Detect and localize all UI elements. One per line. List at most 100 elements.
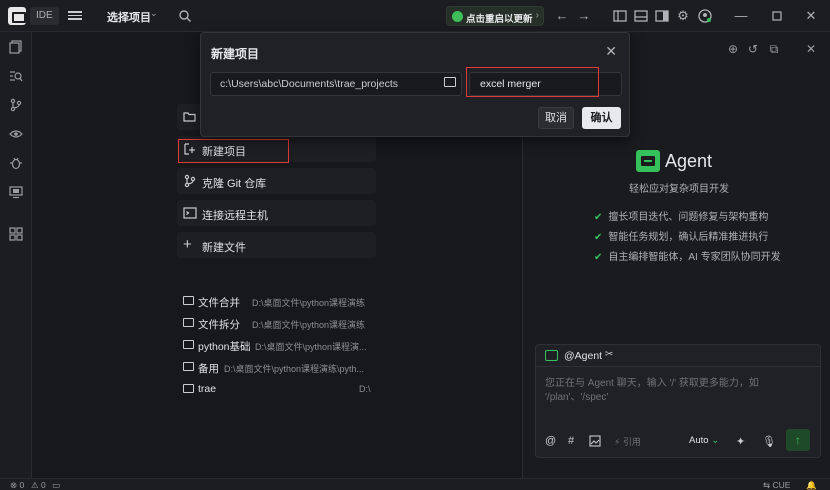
confirm-button[interactable]: 确认	[582, 107, 621, 129]
agent-mention[interactable]: @Agent	[564, 350, 602, 362]
folder-icon	[183, 296, 194, 305]
project-selector[interactable]: 选择项目	[107, 9, 151, 25]
layout-left-icon[interactable]	[612, 8, 628, 24]
debug-bug-icon[interactable]	[9, 156, 23, 170]
notifications-bell-icon[interactable]: 🔔	[806, 479, 817, 490]
back-arrow-icon[interactable]: ←	[554, 8, 570, 24]
connect-remote-button[interactable]: 连接远程主机	[177, 200, 376, 226]
clone-repo-button[interactable]: 克隆 Git 仓库	[177, 168, 376, 194]
agent-logo-icon	[636, 150, 660, 172]
new-chat-icon[interactable]: ⊕	[726, 42, 740, 56]
settings-gear-icon[interactable]: ⚙	[675, 8, 691, 24]
model-selector[interactable]: Auto ⌄	[689, 435, 719, 446]
minimize-icon[interactable]: —	[733, 8, 749, 24]
close-icon[interactable]: ✕	[605, 43, 617, 60]
title-bar: IDE 选择项目 ⌄ 点击重启以更新 › ← → ⚙ — ✕	[0, 0, 830, 32]
trae-logo-icon	[8, 7, 26, 25]
recent-project[interactable]: 备用 D:\桌面文件\python课程演练\pyth...	[183, 360, 383, 376]
terminal-icon	[183, 207, 197, 219]
git-branch-icon	[184, 174, 196, 188]
chat-input[interactable]: 您正在与 Agent 聊天，输入 '/' 获取更多能力，如 '/plan'、'/…	[545, 377, 813, 405]
recent-project-name: python基础	[198, 341, 251, 353]
mode-badge[interactable]: IDE	[30, 7, 59, 25]
lightning-icon: ⚡	[614, 437, 621, 447]
check-icon: ✔	[594, 252, 603, 263]
chat-input-box[interactable]: @Agent ✂ 您正在与 Agent 聊天，输入 '/' 获取更多能力，如 '…	[535, 344, 821, 458]
recent-project[interactable]: 文件拆分 D:\桌面文件\python课程演练	[183, 316, 383, 332]
recent-project-path: D:\桌面文件\python课程演练\pyth...	[224, 364, 365, 374]
ports-icon[interactable]: ▭	[52, 479, 60, 490]
source-control-icon[interactable]	[9, 98, 23, 112]
recent-project-name: 文件合并	[198, 297, 240, 309]
menu-icon[interactable]	[68, 9, 82, 23]
chat-header: @Agent ✂	[536, 345, 820, 367]
check-icon: ✔	[594, 232, 603, 243]
restart-icon	[452, 11, 463, 22]
browse-folder-icon[interactable]	[444, 77, 456, 87]
warning-count[interactable]: ⚠ 0	[31, 479, 46, 490]
warning-icon: ⚠	[31, 480, 39, 490]
new-project-highlight	[178, 139, 289, 163]
dialog-title: 新建项目	[211, 47, 260, 61]
recent-project-path: D:\	[359, 384, 371, 394]
send-button[interactable]: ↑	[786, 429, 810, 451]
account-icon[interactable]	[697, 8, 713, 24]
agent-feature: ✔ 智能任务规划，确认后精准推进执行	[594, 232, 769, 243]
check-icon: ✔	[594, 212, 603, 223]
layout-right-icon[interactable]	[654, 8, 670, 24]
error-count[interactable]: ⊗ 0	[10, 479, 24, 490]
project-path-input[interactable]: c:\Users\abc\Documents\trae_projects	[210, 72, 462, 96]
folder-open-icon	[183, 112, 196, 122]
hashtag-icon[interactable]: #	[568, 435, 574, 447]
image-icon[interactable]	[589, 435, 601, 447]
preview-eye-icon[interactable]	[9, 127, 23, 141]
folder-icon	[183, 318, 194, 327]
search-files-icon[interactable]	[9, 69, 23, 83]
new-file-button[interactable]: + 新建文件	[177, 232, 376, 258]
recent-project-path: D:\桌面文件\python课程演练	[252, 298, 366, 308]
recent-project-name: 备用	[198, 363, 219, 375]
open-external-icon[interactable]: ⧉	[767, 42, 781, 56]
explorer-icon[interactable]	[9, 40, 23, 54]
agent-small-icon	[545, 350, 558, 361]
microphone-icon[interactable]: 🎙	[762, 435, 776, 448]
cue-status[interactable]: ⇆ CUE	[763, 479, 790, 490]
activity-bar	[0, 32, 32, 478]
agent-feature: ✔ 擅长项目迭代、问题修复与架构重构	[594, 212, 769, 223]
recent-project[interactable]: python基础 D:\桌面文件\python课程演...	[183, 338, 383, 354]
update-button[interactable]: 点击重启以更新 ›	[446, 6, 544, 26]
forward-arrow-icon[interactable]: →	[576, 8, 592, 24]
close-window-icon[interactable]: ✕	[803, 8, 819, 24]
recent-project-path: D:\桌面文件\python课程演...	[255, 342, 367, 352]
cancel-button[interactable]: 取消	[538, 107, 574, 129]
chevron-down-icon: ⌄	[711, 435, 720, 446]
maximize-icon[interactable]	[769, 8, 785, 24]
chevron-right-icon: ›	[535, 10, 539, 21]
cue-icon: ⇆	[763, 480, 771, 490]
recent-project[interactable]: trae D:\	[183, 382, 383, 398]
recent-project-path: D:\桌面文件\python课程演练	[252, 320, 366, 330]
at-mention-icon[interactable]: @	[545, 435, 556, 447]
clone-repo-label: 克隆 Git 仓库	[202, 178, 267, 190]
error-icon: ⊗	[10, 480, 18, 490]
sparkle-icon[interactable]: ✦	[736, 435, 745, 448]
references-button[interactable]: ⚡ 引用	[614, 435, 641, 448]
folder-icon	[183, 340, 194, 349]
search-icon[interactable]	[178, 9, 192, 23]
update-label: 点击重启以更新	[466, 14, 533, 25]
recent-project[interactable]: 文件合并 D:\桌面文件\python课程演练	[183, 294, 383, 310]
remote-monitor-icon[interactable]	[9, 185, 23, 199]
plus-icon: +	[183, 236, 192, 253]
new-file-label: 新建文件	[202, 242, 246, 254]
extensions-grid-icon[interactable]	[9, 227, 23, 241]
layout-bottom-icon[interactable]	[633, 8, 649, 24]
status-bar: ⊗ 0 ⚠ 0 ▭ ⇆ CUE 🔔	[0, 478, 830, 490]
tools-icon[interactable]: ✂	[605, 349, 613, 360]
connect-remote-label: 连接远程主机	[202, 210, 268, 222]
chevron-down-icon[interactable]: ⌄	[150, 8, 158, 19]
close-panel-icon[interactable]: ✕	[804, 42, 818, 56]
history-icon[interactable]: ↺	[746, 42, 760, 56]
agent-subtitle: 轻松应对复杂项目开发	[629, 184, 729, 195]
agent-feature: ✔ 自主编排智能体，AI 专家团队协同开发	[594, 252, 781, 263]
project-name-highlight	[466, 67, 599, 97]
